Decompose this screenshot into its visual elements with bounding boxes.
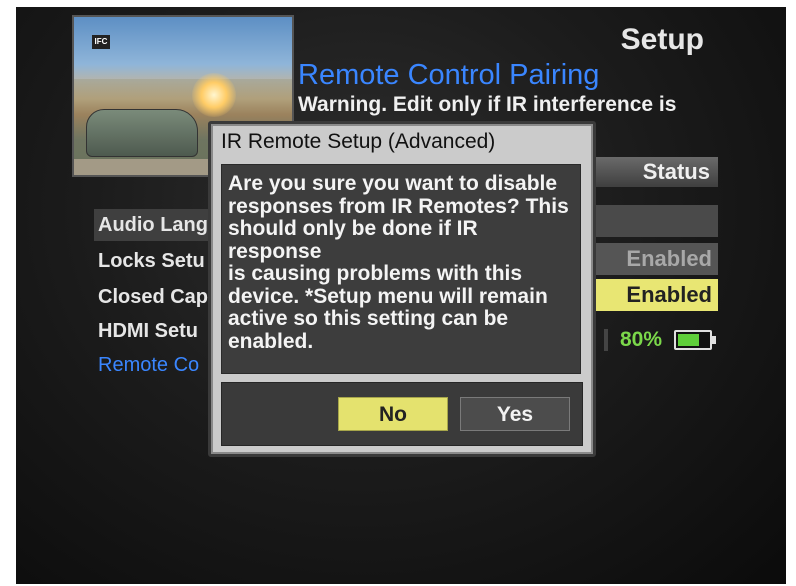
battery-icon: [673, 330, 716, 351]
remote-battery-status: 80%: [620, 325, 716, 355]
dialog-button-bar: No Yes: [221, 382, 583, 446]
dialog-message: Are you sure you want to disable respons…: [221, 164, 581, 374]
preview-sun: [192, 73, 236, 117]
battery-percent: 80%: [620, 328, 663, 351]
menu-item-locks-setup[interactable]: Locks Setu: [94, 245, 224, 277]
status-value-closed-captions: Enabled: [590, 279, 718, 311]
preview-car: [86, 109, 198, 157]
yes-button[interactable]: Yes: [460, 397, 570, 431]
status-divider: [604, 329, 608, 351]
dialog-title: IR Remote Setup (Advanced): [221, 130, 496, 153]
battery-fill: [677, 334, 699, 347]
menu-item-audio-language[interactable]: Audio Lang: [94, 209, 224, 241]
battery-tip: [711, 336, 716, 345]
ir-remote-setup-dialog: IR Remote Setup (Advanced) Are you sure …: [208, 121, 596, 457]
status-row-blank: [590, 205, 718, 237]
page-title: Remote Control Pairing: [298, 59, 600, 91]
status-column-header: Status: [590, 157, 718, 187]
section-title: Setup: [620, 23, 704, 56]
tv-screen: IFC Setup Remote Control Pairing Warning…: [16, 7, 786, 584]
status-value-locks: Enabled: [590, 243, 718, 275]
no-button[interactable]: No: [338, 397, 448, 431]
menu-item-closed-captions[interactable]: Closed Cap: [94, 281, 224, 313]
menu-item-hdmi-setup[interactable]: HDMI Setu: [94, 315, 224, 347]
channel-logo-icon: IFC: [92, 35, 110, 49]
menu-item-remote-control[interactable]: Remote Co: [94, 349, 224, 381]
warning-text: Warning. Edit only if IR interference is: [298, 93, 677, 116]
